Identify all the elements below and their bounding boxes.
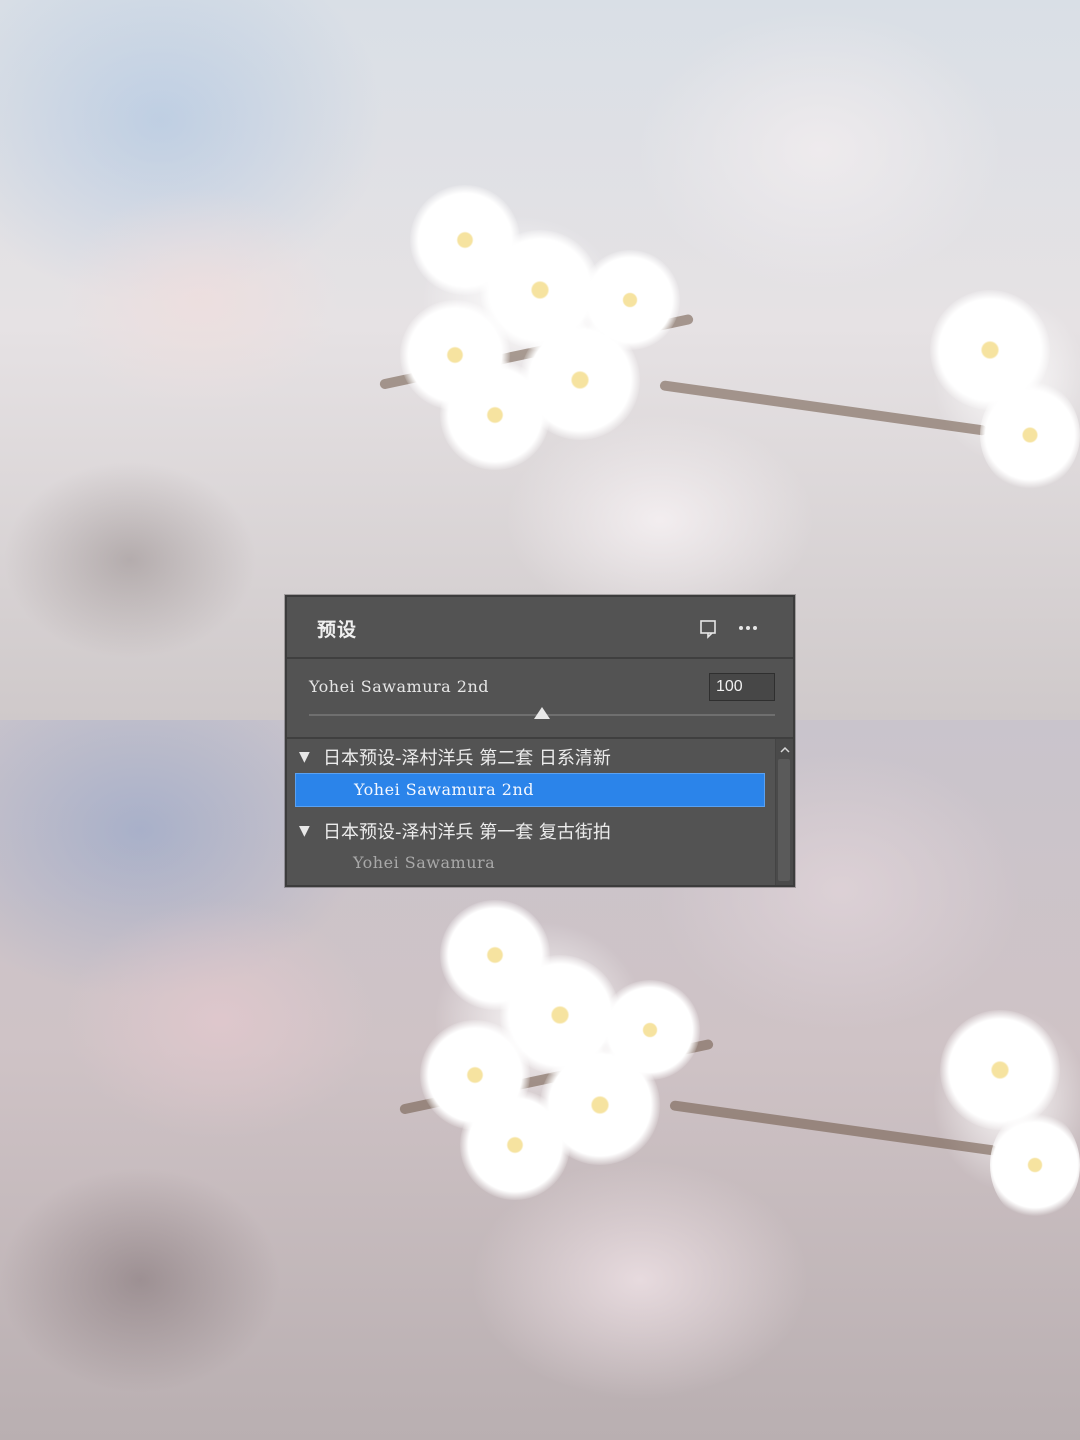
amount-slider-thumb[interactable] xyxy=(534,707,550,719)
blossom xyxy=(990,1110,1080,1220)
preset-item-label: Yohei Sawamura xyxy=(353,853,496,872)
blossom xyxy=(980,380,1080,490)
preset-group-label: 日本预设-泽村洋兵 第一套 复古街拍 xyxy=(323,822,611,843)
preset-list: ▼ 日本预设-泽村洋兵 第二套 日系清新 Yohei Sawamura 2nd … xyxy=(287,737,793,885)
panel-header: 预设 xyxy=(287,597,793,659)
preset-item-row[interactable]: Yohei Sawamura xyxy=(295,847,765,881)
new-preset-icon[interactable] xyxy=(697,617,719,639)
scroll-up-chevron-icon[interactable] xyxy=(779,741,791,753)
blossom xyxy=(460,1090,570,1200)
preset-item-label: Yohei Sawamura 2nd xyxy=(354,780,534,799)
amount-input[interactable] xyxy=(709,673,775,701)
current-preset-row: Yohei Sawamura 2nd xyxy=(287,659,793,737)
preset-group-row[interactable]: ▼ 日本预设-泽村洋兵 第二套 日系清新 xyxy=(287,741,775,773)
branch xyxy=(659,380,988,436)
current-preset-name: Yohei Sawamura 2nd xyxy=(309,677,489,696)
scrollbar-thumb[interactable] xyxy=(778,759,790,881)
blossom xyxy=(600,980,700,1080)
expand-caret-icon[interactable]: ▼ xyxy=(299,823,310,839)
blossom xyxy=(440,360,550,470)
more-options-icon[interactable] xyxy=(737,617,759,639)
preset-item-row[interactable]: Yohei Sawamura 2nd xyxy=(295,773,765,807)
blossom xyxy=(580,250,680,350)
panel-title: 预设 xyxy=(317,619,358,641)
presets-panel: 预设 Yohei Sawamura 2nd ▼ 日本预设-泽村洋兵 第二套 日系… xyxy=(285,595,795,887)
preset-group-label: 日本预设-泽村洋兵 第二套 日系清新 xyxy=(323,748,611,769)
branch xyxy=(669,1100,998,1156)
preset-list-scrollbar[interactable] xyxy=(775,739,793,885)
preset-group-row[interactable]: ▼ 日本预设-泽村洋兵 第一套 复古街拍 xyxy=(287,815,775,847)
expand-caret-icon[interactable]: ▼ xyxy=(299,749,310,765)
